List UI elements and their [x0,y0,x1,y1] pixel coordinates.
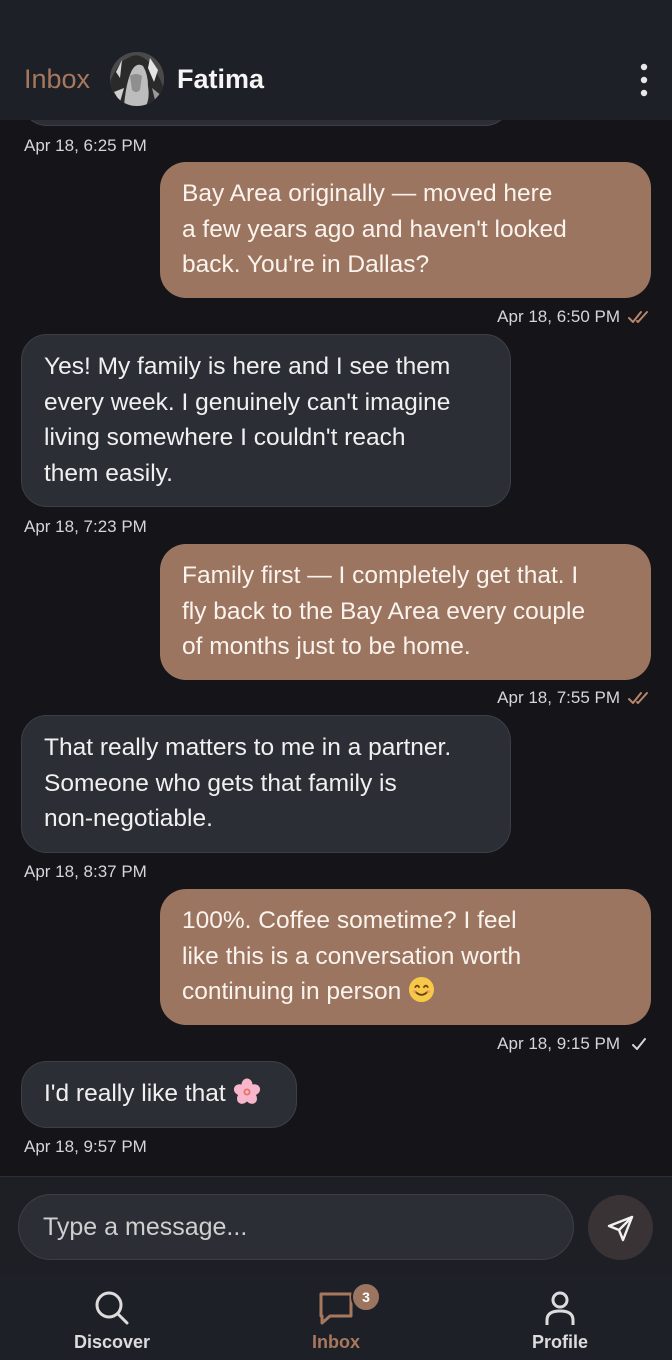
person-icon [545,1291,575,1325]
nav-label: Profile [531,1332,588,1352]
search-icon [95,1291,129,1325]
more-options-icon[interactable] [632,62,656,98]
chat-header: Inbox Fatima [0,0,672,120]
double-check-icon [628,692,648,704]
chat-screen: Apr 18, 6:25 PM Bay Area originally — mo… [0,0,672,1360]
check-icon [632,1038,646,1050]
message-text: I'd really like that [44,1080,226,1107]
message-timestamp: Apr 18, 8:37 PM [24,862,147,881]
chat-icon [319,1292,353,1325]
send-icon [607,1215,633,1241]
message-timestamp: Apr 18, 7:23 PM [24,517,147,536]
message-timestamp: Apr 18, 6:50 PM [497,307,620,326]
contact-name[interactable]: Fatima [177,64,264,95]
avatar-image [110,52,164,106]
send-button[interactable] [588,1195,653,1260]
nav-discover[interactable]: Discover [0,1274,224,1360]
bottom-navigation: Discover 3 Inbox Profile [0,1274,672,1360]
nav-label: Discover [73,1332,151,1352]
back-to-inbox-link[interactable]: Inbox [24,64,90,95]
cherry-blossom-icon [233,1078,260,1104]
message-composer [0,1176,672,1275]
unread-badge: 3 [351,1282,381,1312]
smiling-face-icon [409,976,435,1003]
message-list[interactable]: Apr 18, 6:25 PM Bay Area originally — mo… [0,0,672,1176]
avatar[interactable] [110,52,164,106]
message-timestamp: Apr 18, 6:25 PM [24,136,147,155]
message-input[interactable] [18,1194,574,1260]
message-timestamp: Apr 18, 9:57 PM [24,1137,147,1156]
message-timestamp: Apr 18, 7:55 PM [497,688,620,707]
message-bubble-incoming[interactable]: That really matters to me in a partner. … [21,715,511,853]
message-meta: Apr 18, 6:50 PM [497,307,650,327]
message-bubble-outgoing[interactable]: 100%. Coffee sometime? I feel like this … [160,889,651,1025]
nav-profile[interactable]: Profile [448,1274,672,1360]
message-timestamp: Apr 18, 9:15 PM [497,1034,620,1053]
message-bubble-incoming[interactable]: Yes! My family is here and I see them ev… [21,334,511,507]
nav-inbox[interactable]: 3 Inbox [224,1274,448,1360]
message-meta: Apr 18, 9:15 PM [497,1034,650,1054]
message-bubble-outgoing[interactable]: Bay Area originally — moved here a few y… [160,162,651,298]
message-text: 100%. Coffee sometime? I feel like this … [182,907,522,1005]
message-bubble-outgoing[interactable]: Family first — I completely get that. I … [160,544,651,680]
message-meta: Apr 18, 7:55 PM [497,688,650,708]
message-bubble-incoming[interactable]: I'd really like that [21,1061,297,1128]
nav-label: Inbox [312,1332,360,1352]
double-check-icon [628,311,648,323]
